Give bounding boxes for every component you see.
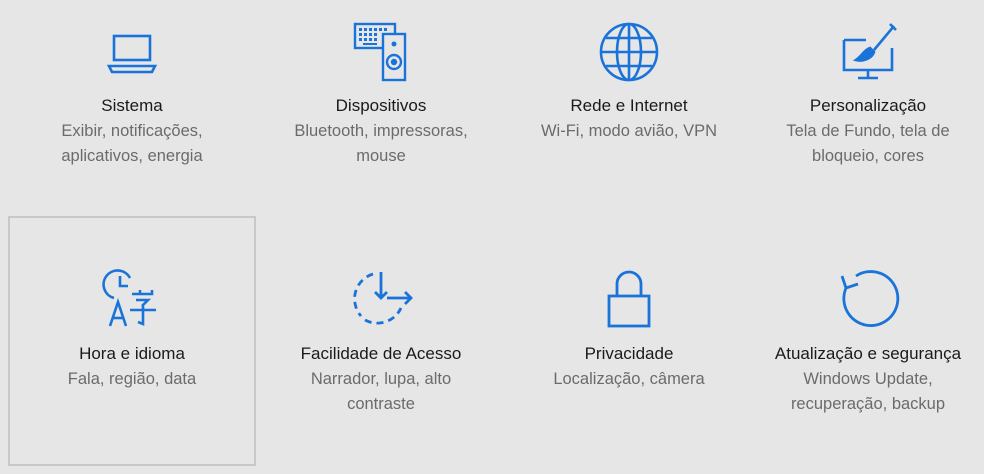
tile-title: Sistema	[101, 96, 163, 115]
tile-privacidade[interactable]: Privacidade Localização, câmera	[506, 216, 752, 466]
tile-title: Rede e Internet	[570, 96, 688, 115]
tile-description: Wi-Fi, modo avião, VPN	[540, 122, 718, 140]
tile-description: Fala, região, data	[67, 370, 197, 388]
tile-dispositivos[interactable]: Dispositivos Bluetooth, impressoras, mou…	[256, 0, 506, 216]
paintbrush-monitor-icon	[836, 20, 900, 84]
globe-icon	[597, 20, 661, 84]
tile-description: Localização, câmera	[553, 370, 705, 388]
tile-description: Exibir, notificações, aplicativos, energ…	[61, 122, 203, 165]
tile-atualizacao-e-seguranca[interactable]: Atualização e segurança Windows Update, …	[752, 216, 984, 466]
tile-title: Personalização	[809, 96, 927, 115]
laptop-icon	[100, 20, 164, 84]
tile-title: Facilidade de Acesso	[300, 344, 462, 363]
settings-grid: Sistema Exibir, notificações, aplicativo…	[0, 0, 984, 474]
tile-title: Dispositivos	[335, 96, 427, 115]
tile-title: Privacidade	[584, 344, 674, 363]
devices-icon	[349, 20, 413, 84]
update-icon	[836, 266, 900, 330]
tile-description: Bluetooth, impressoras, mouse	[294, 122, 468, 165]
tile-sistema[interactable]: Sistema Exibir, notificações, aplicativo…	[8, 0, 256, 216]
tile-description: Windows Update, recuperação, backup	[790, 370, 946, 413]
tile-hora-e-idioma[interactable]: Hora e idioma Fala, região, data	[8, 216, 256, 466]
lock-icon	[597, 266, 661, 330]
tile-description: Tela de Fundo, tela de bloqueio, cores	[786, 122, 950, 165]
ease-of-access-icon	[349, 266, 413, 330]
tile-title: Atualização e segurança	[774, 344, 962, 363]
tile-title: Hora e idioma	[79, 344, 185, 363]
tile-rede-e-internet[interactable]: Rede e Internet Wi-Fi, modo avião, VPN	[506, 0, 752, 216]
tile-personalizacao[interactable]: Personalização Tela de Fundo, tela de bl…	[752, 0, 984, 216]
time-language-icon	[100, 266, 164, 330]
tile-facilidade-de-acesso[interactable]: Facilidade de Acesso Narrador, lupa, alt…	[256, 216, 506, 466]
tile-description: Narrador, lupa, alto contraste	[310, 370, 452, 413]
